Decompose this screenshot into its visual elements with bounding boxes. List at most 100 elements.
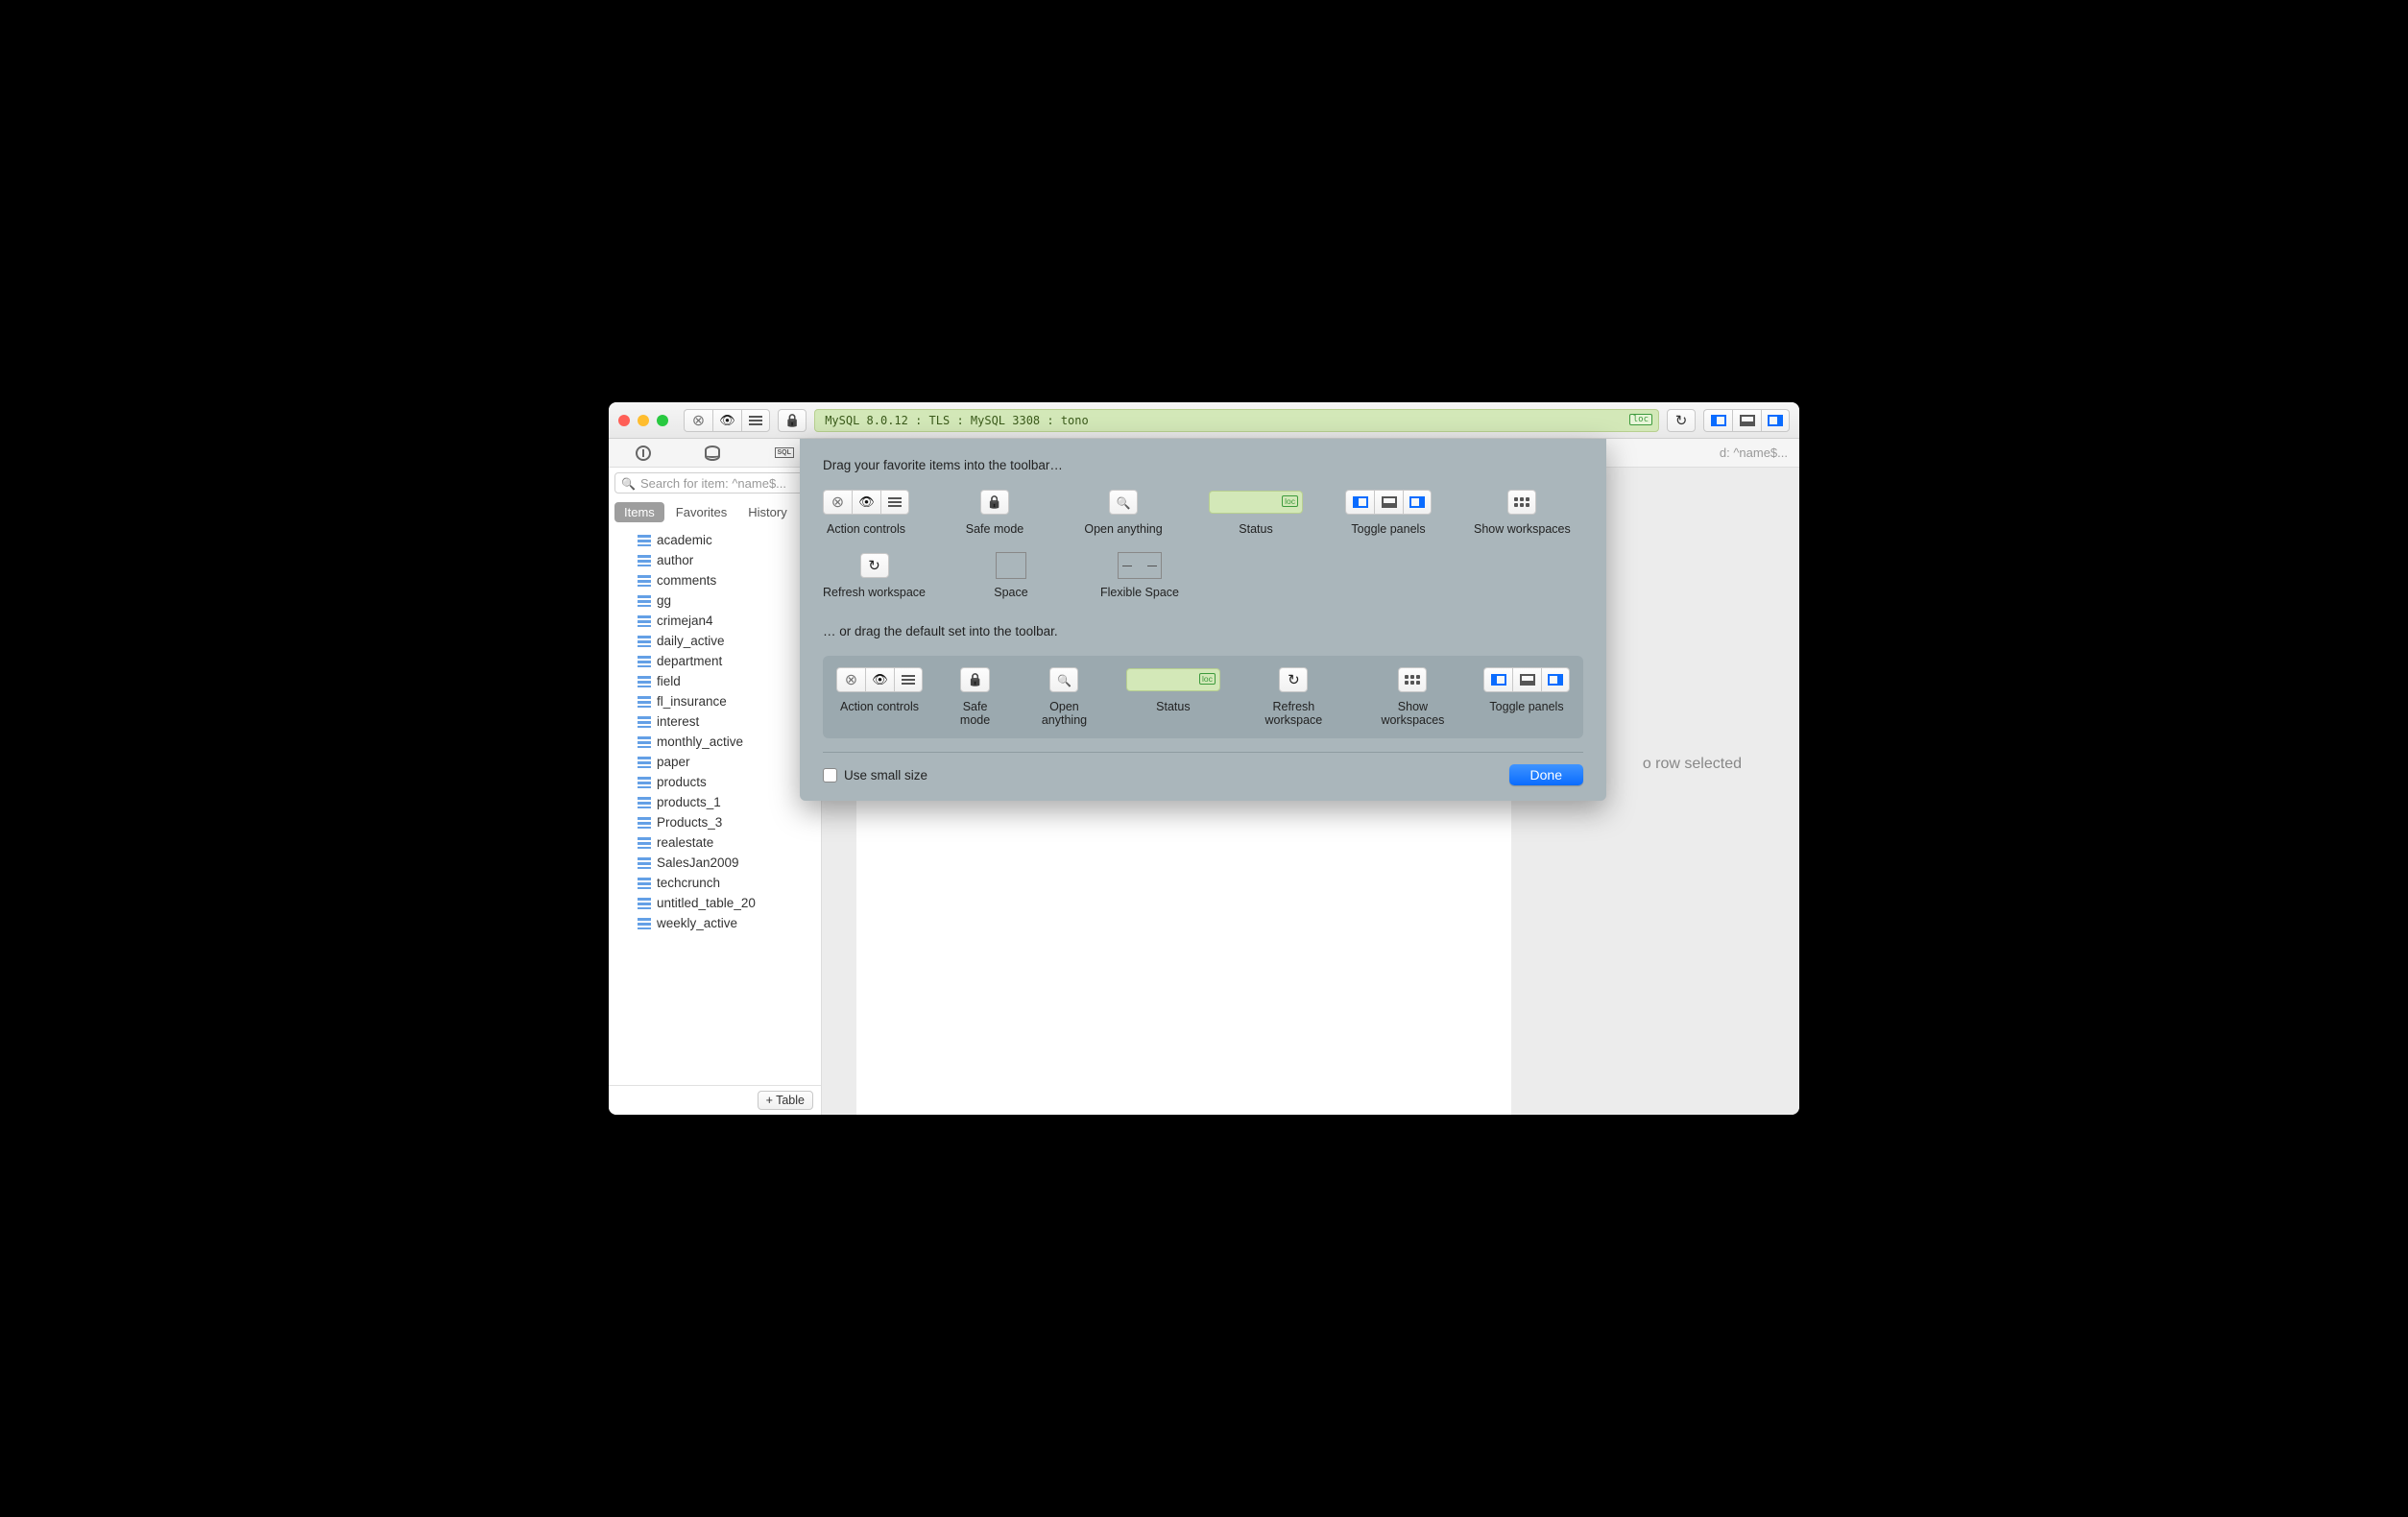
table-row[interactable]: products (609, 772, 821, 792)
table-icon (638, 898, 651, 909)
table-icon (638, 535, 651, 546)
table-row[interactable]: Products_3 (609, 812, 821, 832)
table-name: interest (657, 714, 699, 729)
eye-icon (719, 413, 735, 428)
table-name: products_1 (657, 795, 721, 809)
search-icon (1117, 495, 1131, 510)
refresh-workspace-button[interactable] (1667, 409, 1696, 432)
small-size-input[interactable] (823, 768, 837, 783)
table-row[interactable]: comments (609, 570, 821, 590)
table-row[interactable]: department (609, 651, 821, 671)
right-placeholder-text: d: ^name$... (1720, 445, 1788, 460)
table-icon (638, 837, 651, 849)
table-name: Products_3 (657, 815, 722, 830)
table-row[interactable]: realestate (609, 832, 821, 853)
table-name: daily_active (657, 634, 725, 648)
sidebar-footer: + Table (609, 1085, 821, 1115)
table-icon (638, 575, 651, 587)
toggle-left-panel-button[interactable] (1703, 409, 1732, 432)
eye-icon (858, 494, 875, 510)
table-name: comments (657, 573, 716, 588)
palette-status[interactable]: loc Status (1209, 490, 1303, 536)
window-close-button[interactable] (618, 415, 630, 426)
palette-flexible-space[interactable]: Flexible Space (1096, 553, 1183, 599)
table-name: author (657, 553, 693, 567)
table-icon (638, 857, 651, 869)
window-minimize-button[interactable] (638, 415, 649, 426)
panel-left-icon (1711, 415, 1726, 426)
table-icon (638, 636, 651, 647)
table-row[interactable]: academic (609, 530, 821, 550)
sidebar-search[interactable]: Search for item: ^name$... (614, 472, 815, 494)
table-row[interactable]: SalesJan2009 (609, 853, 821, 873)
table-row[interactable]: daily_active (609, 631, 821, 651)
customize-heading-2: … or drag the default set into the toolb… (823, 624, 1583, 638)
list-button[interactable] (741, 409, 770, 432)
status-field[interactable]: MySQL 8.0.12 : TLS : MySQL 3308 : tono l… (814, 409, 1659, 432)
panel-bottom-icon (1382, 496, 1397, 508)
cancel-icon (692, 411, 705, 430)
table-name: untitled_table_20 (657, 896, 756, 910)
grid-icon (1514, 497, 1529, 507)
panel-right-icon (1409, 496, 1425, 508)
table-name: products (657, 775, 707, 789)
table-icon (638, 696, 651, 708)
loc-badge: loc (1629, 414, 1652, 425)
table-row[interactable]: gg (609, 590, 821, 611)
tab-history[interactable]: History (738, 502, 796, 522)
table-row[interactable]: paper (609, 752, 821, 772)
use-small-size-checkbox[interactable]: Use small size (823, 768, 927, 783)
table-row[interactable]: products_1 (609, 792, 821, 812)
small-size-label: Use small size (844, 768, 927, 783)
table-icon (638, 716, 651, 728)
lines-icon (888, 497, 902, 507)
palette-toggle-panels[interactable]: Toggle panels (1345, 490, 1432, 536)
done-button[interactable]: Done (1509, 764, 1583, 785)
table-name: techcrunch (657, 876, 720, 890)
toggle-right-panel-button[interactable] (1761, 409, 1790, 432)
table-icon (638, 676, 651, 687)
table-name: crimejan4 (657, 614, 713, 628)
toggle-bottom-panel-button[interactable] (1732, 409, 1761, 432)
divider (823, 752, 1583, 753)
table-row[interactable]: monthly_active (609, 732, 821, 752)
table-name: gg (657, 593, 671, 608)
table-icon (638, 736, 651, 748)
table-row[interactable]: field (609, 671, 821, 691)
safe-mode-button[interactable] (778, 409, 807, 432)
palette-show-workspaces[interactable]: Show workspaces (1474, 490, 1571, 536)
sidebar-tabs: Items Favorites History (609, 498, 821, 526)
tab-items[interactable]: Items (614, 502, 664, 522)
window-zoom-button[interactable] (657, 415, 668, 426)
tab-favorites[interactable]: Favorites (666, 502, 736, 522)
connection-icon[interactable] (636, 445, 651, 461)
sql-icon[interactable]: SQL (775, 447, 794, 458)
table-name: SalesJan2009 (657, 855, 739, 870)
palette-space[interactable]: Space (968, 553, 1054, 599)
palette-open-anything[interactable]: Open anything (1080, 490, 1167, 536)
table-icon (638, 777, 651, 788)
palette-safe-mode[interactable]: Safe mode (951, 490, 1038, 536)
table-name: field (657, 674, 681, 688)
preview-button[interactable] (712, 409, 741, 432)
table-row[interactable]: author (609, 550, 821, 570)
cancel-icon (831, 493, 844, 512)
toggle-panels-segment (1703, 409, 1790, 432)
add-table-button[interactable]: + Table (758, 1091, 813, 1110)
default-toolbar-set[interactable]: Action controls Safe mode Open anything … (823, 656, 1583, 738)
table-row[interactable]: fl_insurance (609, 691, 821, 711)
refresh-icon (1675, 412, 1688, 429)
table-row[interactable]: untitled_table_20 (609, 893, 821, 913)
titlebar: MySQL 8.0.12 : TLS : MySQL 3308 : tono l… (609, 402, 1799, 439)
palette-refresh-workspace[interactable]: Refresh workspace (823, 553, 926, 599)
table-row[interactable]: techcrunch (609, 873, 821, 893)
table-row[interactable]: crimejan4 (609, 611, 821, 631)
palette-action-controls[interactable]: Action controls (823, 490, 909, 536)
cancel-action-button[interactable] (684, 409, 712, 432)
table-row[interactable]: weekly_active (609, 913, 821, 933)
table-row[interactable]: interest (609, 711, 821, 732)
database-icon[interactable] (705, 445, 720, 461)
space-box (996, 552, 1026, 579)
table-icon (638, 797, 651, 808)
no-row-label: o row selected (1643, 756, 1742, 773)
